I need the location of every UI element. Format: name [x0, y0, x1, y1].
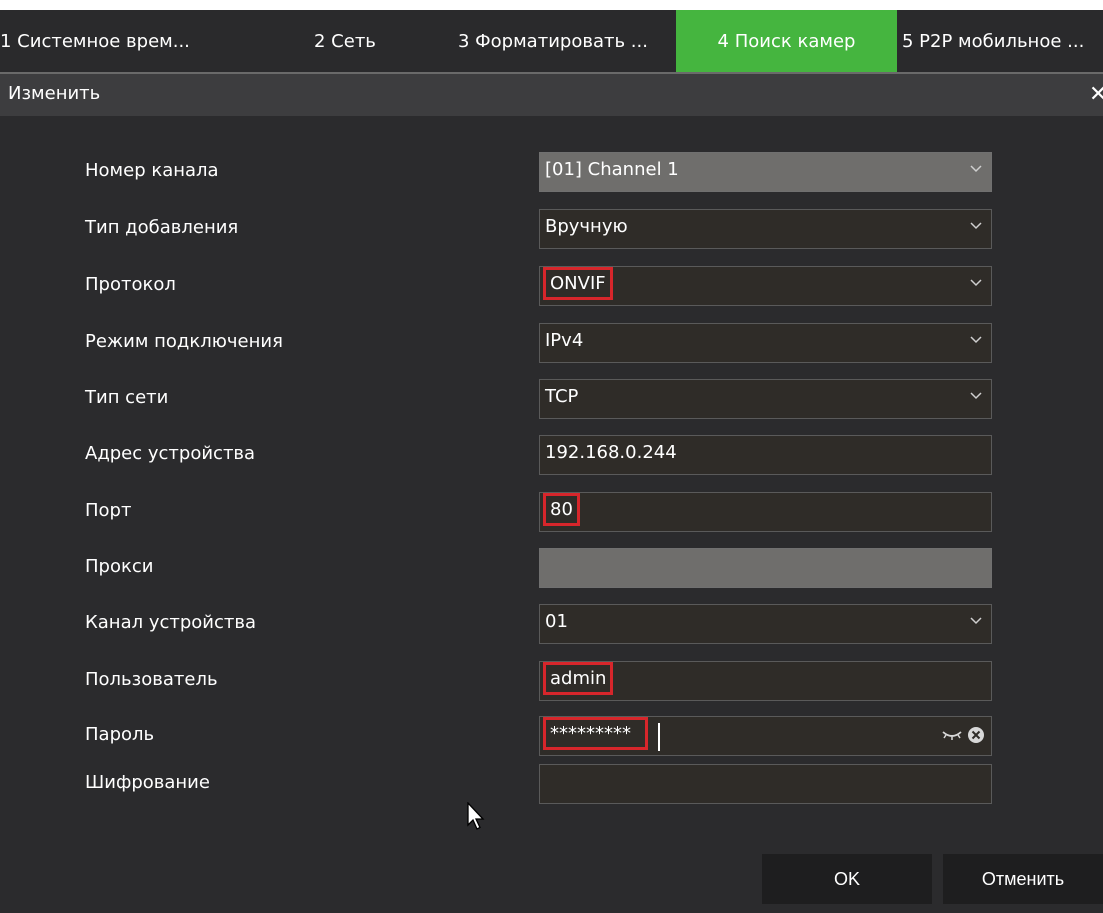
add-type-value: Вручную — [545, 216, 628, 237]
port-label: Порт — [85, 500, 132, 521]
device-address-label: Адрес устройства — [85, 443, 256, 464]
device-channel-label: Канал устройства — [85, 612, 257, 633]
dialog-title: Изменить — [8, 83, 101, 104]
tab-camera-search[interactable]: 4 Поиск камер — [676, 10, 897, 72]
tab-format[interactable]: 3 Форматировать ... — [410, 10, 676, 72]
protocol-select[interactable]: ONVIF — [539, 266, 992, 306]
row-add-type: Тип добавления Вручную — [0, 209, 1103, 249]
row-channel-number: Номер канала [01] Channel 1 — [0, 152, 1103, 192]
user-input[interactable]: admin — [539, 661, 992, 701]
password-label: Пароль — [85, 724, 155, 745]
clear-icon[interactable] — [967, 726, 985, 744]
ok-button[interactable]: OK — [762, 854, 932, 904]
cancel-button[interactable]: Отменить — [943, 854, 1103, 904]
row-password: Пароль ********* — [0, 716, 1103, 756]
tab-bar: 1 Системное врем... 2 Сеть 3 Форматирова… — [0, 10, 1103, 72]
dialog-titlebar: Изменить ✕ — [0, 74, 1103, 116]
add-type-label: Тип добавления — [85, 217, 239, 238]
connection-mode-label: Режим подключения — [85, 331, 283, 352]
channel-number-label: Номер канала — [85, 160, 219, 181]
chevron-down-icon — [969, 275, 983, 289]
device-address-input[interactable]: 192.168.0.244 — [539, 435, 992, 475]
chevron-down-icon — [969, 613, 983, 627]
add-type-select[interactable]: Вручную — [539, 209, 992, 249]
row-device-channel: Канал устройства 01 — [0, 604, 1103, 644]
proxy-input[interactable] — [539, 548, 992, 588]
chevron-down-icon — [969, 332, 983, 346]
device-channel-select[interactable]: 01 — [539, 604, 992, 644]
connection-mode-select[interactable]: IPv4 — [539, 323, 992, 363]
tab-network[interactable]: 2 Сеть — [262, 10, 410, 72]
port-value: 80 — [543, 493, 580, 526]
chevron-down-icon — [969, 388, 983, 402]
mouse-cursor-icon — [466, 801, 488, 832]
proxy-label: Прокси — [85, 556, 154, 577]
channel-number-value: [01] Channel 1 — [545, 159, 679, 180]
device-channel-value: 01 — [545, 611, 568, 632]
chevron-down-icon — [969, 161, 983, 175]
protocol-label: Протокол — [85, 274, 176, 295]
row-proxy: Прокси — [0, 548, 1103, 588]
connection-mode-value: IPv4 — [545, 330, 584, 351]
password-value: ********* — [543, 717, 648, 750]
row-device-address: Адрес устройства 192.168.0.244 — [0, 435, 1103, 475]
dialog-body: Номер канала [01] Channel 1 Тип добавлен… — [0, 116, 1103, 913]
chevron-down-icon — [969, 218, 983, 232]
close-icon[interactable]: ✕ — [1089, 81, 1103, 109]
protocol-value: ONVIF — [543, 267, 613, 300]
row-protocol: Протокол ONVIF — [0, 266, 1103, 306]
channel-number-select[interactable]: [01] Channel 1 — [539, 152, 992, 192]
row-connection-mode: Режим подключения IPv4 — [0, 323, 1103, 363]
row-network-type: Тип сети TCP — [0, 379, 1103, 419]
text-caret — [658, 723, 660, 751]
user-label: Пользователь — [85, 669, 218, 690]
eye-closed-icon[interactable] — [941, 727, 963, 743]
user-value: admin — [543, 662, 614, 695]
dvr-screen: 1 Системное врем... 2 Сеть 3 Форматирова… — [0, 10, 1103, 913]
tab-system-time[interactable]: 1 Системное врем... — [0, 10, 262, 72]
network-type-value: TCP — [545, 386, 579, 407]
port-input[interactable]: 80 — [539, 492, 992, 532]
network-type-select[interactable]: TCP — [539, 379, 992, 419]
tab-p2p-mobile[interactable]: 5 P2P мобильное ... — [897, 10, 1103, 72]
row-port: Порт 80 — [0, 492, 1103, 532]
encryption-input[interactable] — [539, 764, 992, 804]
encryption-label: Шифрование — [85, 772, 210, 793]
network-type-label: Тип сети — [85, 387, 169, 408]
row-encryption: Шифрование — [0, 764, 1103, 804]
row-user: Пользователь admin — [0, 661, 1103, 701]
password-input[interactable]: ********* — [539, 716, 992, 756]
device-address-value: 192.168.0.244 — [545, 442, 677, 463]
